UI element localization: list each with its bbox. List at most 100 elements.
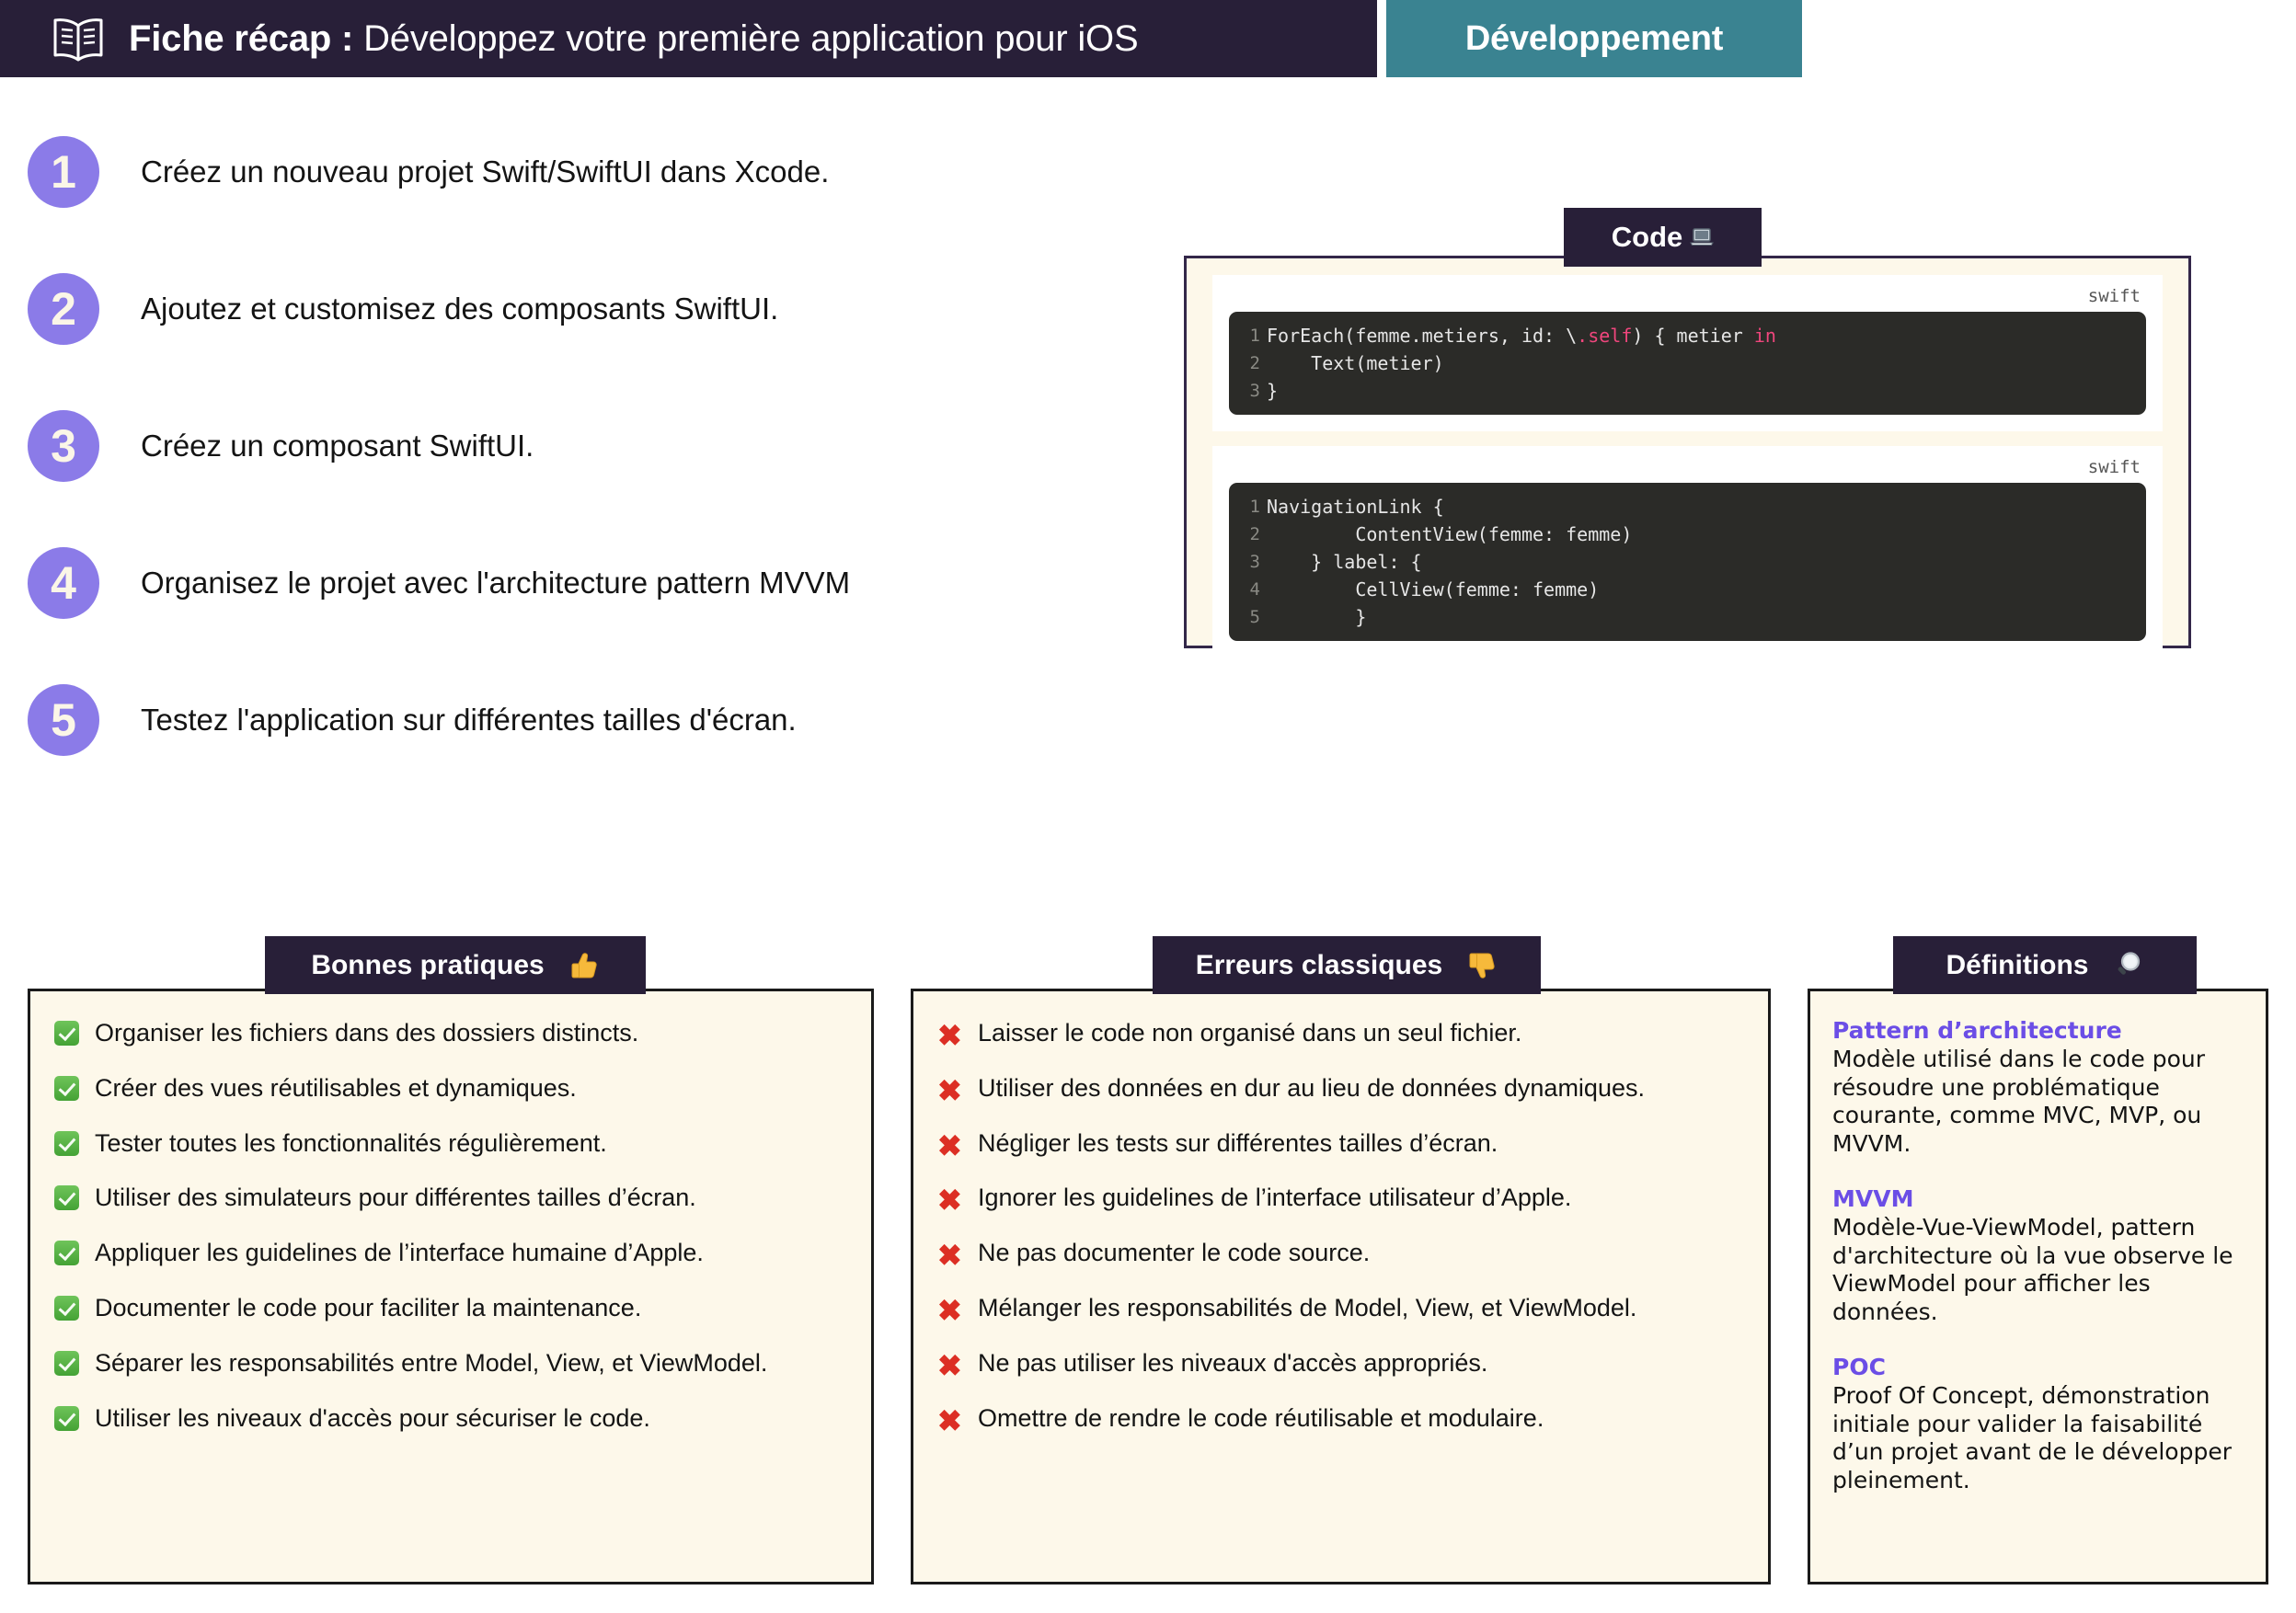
list-item-label: Créer des vues réutilisables et dynamiqu… — [95, 1073, 577, 1102]
step-row: 1 Créez un nouveau projet Swift/SwiftUI … — [28, 129, 1131, 214]
code-text: Text(metier) — [1267, 352, 1444, 374]
line-number: 3 — [1249, 552, 1260, 572]
code-line: 4 CellView(femme: femme) — [1229, 576, 2146, 603]
definition-entry: POC Proof Of Concept, démonstration init… — [1832, 1354, 2245, 1494]
step-text: Créez un composant SwiftUI. — [141, 428, 534, 463]
code-text: ContentView(femme: femme) — [1267, 523, 1633, 545]
header-bar: Fiche récap : Développez votre première … — [0, 0, 1377, 77]
magnifying-glass-icon — [2118, 951, 2140, 975]
list-item-label: Appliquer les guidelines de l’interface … — [95, 1239, 704, 1267]
classic-errors-panel: ✖ Laisser le code non organisé dans un se… — [911, 989, 1771, 1584]
check-icon — [54, 1239, 95, 1270]
list-item: Utiliser les niveaux d'accès pour sécuri… — [54, 1404, 847, 1436]
step-row: 5 Testez l'application sur différentes t… — [28, 677, 1131, 762]
line-number: 1 — [1249, 497, 1260, 517]
code-section-tab: Code — [1564, 208, 1762, 267]
step-row: 3 Créez un composant SwiftUI. — [28, 403, 1131, 488]
code-text: } label: { — [1267, 551, 1422, 573]
code-panel: swift 1 ForEach(femme.metiers, id: \ .self… — [1184, 256, 2191, 658]
code-line: 5 } — [1229, 603, 2146, 631]
list-item: ✖ Mélanger les responsabilités de Model, … — [937, 1294, 1744, 1325]
list-item-label: Organiser les fichiers dans des dossiers… — [95, 1019, 639, 1047]
check-icon — [54, 1184, 95, 1215]
list-item-label: Utiliser les niveaux d'accès pour sécuri… — [95, 1403, 650, 1432]
code-tab-label: Code — [1611, 221, 1683, 253]
step-number-badge: 2 — [28, 272, 99, 345]
step-number-badge: 5 — [28, 683, 99, 756]
list-item: ✖ Laisser le code non organisé dans un se… — [937, 1019, 1744, 1050]
list-item-label: Laisser le code non organisé dans un seu… — [978, 1019, 1522, 1047]
page-title: Fiche récap : Développez votre première … — [129, 17, 1139, 60]
definitions-panel: Pattern d’architecture Modèle utilisé da… — [1808, 989, 2268, 1584]
code-text: CellView(femme: femme) — [1267, 578, 1600, 601]
list-item-label: Omettre de rendre le code réutilisable e… — [978, 1403, 1544, 1432]
step-text: Ajoutez et customisez des composants Swi… — [141, 291, 779, 326]
good-practices-tab: Bonnes pratiques — [265, 936, 646, 994]
definitions-tab-label: Définitions — [1946, 949, 2089, 980]
check-icon — [54, 1129, 95, 1161]
code-section: Code swift 1 ForEach(femme.metiers, id: \… — [1184, 208, 2195, 658]
list-item-label: Tester toutes les fonctionnalités réguli… — [95, 1128, 607, 1157]
definitions-tab: Définitions — [1893, 936, 2197, 994]
classic-errors-tab-label: Erreurs classiques — [1195, 949, 1443, 980]
list-item: Documenter le code pour faciliter la mai… — [54, 1294, 847, 1325]
line-number: 3 — [1249, 381, 1260, 401]
list-item: Organiser les fichiers dans des dossiers… — [54, 1019, 847, 1050]
code-line: 1 NavigationLink { — [1229, 493, 2146, 521]
list-item: Utiliser des simulateurs pour différente… — [54, 1184, 847, 1215]
code-block[interactable]: 1 NavigationLink { 2 ContentView(femme: f… — [1229, 483, 2146, 641]
list-item: ✖ Ignorer les guidelines de l’interface u… — [937, 1184, 1744, 1215]
list-item-label: Utiliser des données en dur au lieu de d… — [978, 1073, 1645, 1102]
definition-term: Pattern d’architecture — [1832, 1017, 2122, 1044]
code-language-label: swift — [2087, 457, 2141, 477]
list-item-label: Utiliser des simulateurs pour différente… — [95, 1184, 696, 1212]
list-item: Appliquer les guidelines de l’interface … — [54, 1239, 847, 1270]
list-item: ✖ Utiliser des données en dur au lieu de … — [937, 1074, 1744, 1105]
list-item-label: Ne pas documenter le code source. — [978, 1239, 1371, 1267]
cross-icon: ✖ — [937, 1073, 962, 1107]
check-icon — [54, 1074, 95, 1105]
step-number-badge: 3 — [28, 409, 99, 482]
code-text: NavigationLink { — [1267, 496, 1444, 518]
list-item: ✖ Ne pas documenter le code source. — [937, 1239, 1744, 1270]
code-text: } — [1267, 606, 1367, 628]
line-number: 2 — [1249, 524, 1260, 544]
cross-icon: ✖ — [937, 1293, 962, 1327]
thumbs-down-icon — [1469, 953, 1495, 978]
step-text: Créez un nouveau projet Swift/SwiftUI da… — [141, 154, 830, 189]
step-row: 2 Ajoutez et customisez des composants S… — [28, 266, 1131, 351]
definition-entry: MVVM Modèle-Vue-ViewModel, pattern d'arc… — [1832, 1185, 2245, 1326]
list-item-label: Séparer les responsabilités entre Model,… — [95, 1348, 768, 1377]
definition-description: Proof Of Concept, démonstration initiale… — [1832, 1382, 2232, 1493]
code-keyword: .self — [1577, 325, 1633, 347]
code-line: 1 ForEach(femme.metiers, id: \ .self) { me… — [1229, 322, 2146, 349]
list-item: Séparer les responsabilités entre Model,… — [54, 1349, 847, 1380]
steps-list: 1 Créez un nouveau projet Swift/SwiftUI … — [28, 129, 1131, 814]
line-number: 1 — [1249, 326, 1260, 346]
definition-description: Modèle-Vue-ViewModel, pattern d'architec… — [1832, 1214, 2233, 1325]
code-keyword: in — [1753, 325, 1776, 347]
code-text: } — [1267, 380, 1279, 402]
list-item: Tester toutes les fonctionnalités réguli… — [54, 1129, 847, 1161]
open-book-icon — [53, 18, 103, 62]
list-item-label: Documenter le code pour faciliter la mai… — [95, 1293, 642, 1321]
check-icon — [54, 1294, 95, 1325]
code-line: 2 Text(metier) — [1229, 349, 2146, 377]
page-title-strong: Fiche récap : — [129, 17, 354, 59]
code-block[interactable]: 1 ForEach(femme.metiers, id: \ .self) { me… — [1229, 312, 2146, 415]
step-number-badge: 4 — [28, 546, 99, 619]
list-item: ✖ Omettre de rendre le code réutilisable … — [937, 1404, 1744, 1436]
check-icon — [54, 1349, 95, 1380]
list-item: ✖ Ne pas utiliser les niveaux d'accès app… — [937, 1349, 1744, 1380]
definition-entry: Pattern d’architecture Modèle utilisé da… — [1832, 1017, 2245, 1158]
cross-icon: ✖ — [937, 1184, 962, 1218]
definition-term: MVVM — [1832, 1185, 1914, 1212]
definition-description: Modèle utilisé dans le code pour résoudr… — [1832, 1046, 2206, 1157]
definitions-list: Pattern d’architecture Modèle utilisé da… — [1810, 991, 2266, 1494]
cross-icon: ✖ — [937, 1348, 962, 1382]
good-practices-list: Organiser les fichiers dans des dossiers… — [30, 991, 871, 1435]
list-item-label: Mélanger les responsabilités de Model, V… — [978, 1293, 1637, 1321]
check-icon — [54, 1404, 95, 1436]
step-text: Testez l'application sur différentes tai… — [141, 702, 797, 737]
category-badge: Développement — [1386, 0, 1802, 77]
